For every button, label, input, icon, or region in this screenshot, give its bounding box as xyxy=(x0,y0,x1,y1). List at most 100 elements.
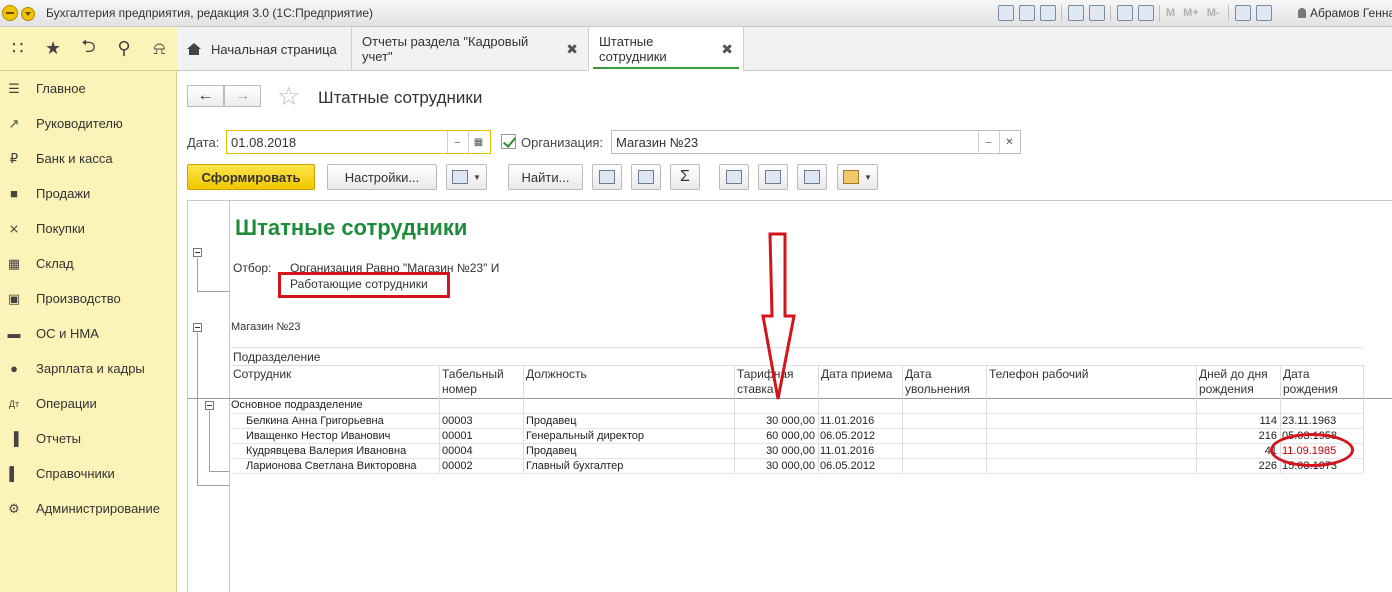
save-icon[interactable] xyxy=(998,5,1014,21)
clear-icon[interactable]: ✕ xyxy=(999,131,1019,153)
cell-days: 216 xyxy=(1258,430,1277,442)
settings-button[interactable]: Настройки... xyxy=(327,164,437,190)
main-menu-dropdown-icon[interactable] xyxy=(21,7,35,21)
expand-groups-button[interactable] xyxy=(592,164,622,190)
sidebar-item-catalogs[interactable]: ▌ Справочники xyxy=(0,456,176,491)
memory-plus-button[interactable]: M+ xyxy=(1183,7,1199,19)
organization-checkbox[interactable] xyxy=(501,134,516,149)
cell-number: 00001 xyxy=(442,430,473,442)
sidebar-item-manager[interactable]: ↗ Руководителю xyxy=(0,106,176,141)
sidebar-item-main[interactable]: ☰ Главное xyxy=(0,71,176,106)
cell-number: 00003 xyxy=(442,415,473,427)
truck-icon: ▬ xyxy=(7,326,21,341)
sidebar-item-bank[interactable]: ₽ Банк и касса xyxy=(0,141,176,176)
calendar-icon[interactable]: ▦ xyxy=(468,131,488,153)
sidebar-item-warehouse[interactable]: ▦ Склад xyxy=(0,246,176,281)
col-birth-l1: Дата xyxy=(1283,367,1310,381)
forward-button[interactable]: → xyxy=(224,85,261,107)
calendar-icon[interactable] xyxy=(1138,5,1154,21)
sidebar-item-purchases[interactable]: ⨯ Покупки xyxy=(0,211,176,246)
menu-icon: ☰ xyxy=(8,80,20,96)
close-icon[interactable]: ✖ xyxy=(566,41,578,58)
calculator-icon[interactable] xyxy=(1117,5,1133,21)
col-position: Должность xyxy=(526,367,587,381)
cell-name: Кудрявцева Валерия Ивановна xyxy=(246,445,407,457)
cell-position: Продавец xyxy=(526,445,577,457)
sum-button[interactable]: Σ xyxy=(670,164,700,190)
sidebar-item-assets[interactable]: ▬ ОС и НМА xyxy=(0,316,176,351)
collapse-groups-icon xyxy=(638,170,654,184)
annotation-birthdate-ellipse xyxy=(1270,433,1354,467)
sidebar-item-salary[interactable]: ● Зарплата и кадры xyxy=(0,351,176,386)
collapse-groups-button[interactable] xyxy=(631,164,661,190)
close-icon[interactable]: ✖ xyxy=(721,41,733,58)
organization-field[interactable]: Магазин №23 ‒ ✕ xyxy=(611,130,1021,154)
book-icon: ▌ xyxy=(9,466,19,481)
col-phone: Телефон рабочий xyxy=(989,367,1089,381)
cell-hire: 06.05.2012 xyxy=(820,460,876,472)
annotation-down-arrow xyxy=(761,232,796,400)
apps-grid-icon[interactable]: ∷ xyxy=(0,27,35,71)
col-fire-date-l1: Дата xyxy=(905,367,932,381)
link-icon[interactable] xyxy=(1089,5,1105,21)
date-field[interactable]: 01.08.2018 ‒ ▦ xyxy=(226,130,491,154)
1c-logo-icon[interactable] xyxy=(2,5,18,21)
sidebar-item-label: Главное xyxy=(36,81,86,96)
memory-m-button[interactable]: M xyxy=(1166,7,1175,19)
print-button[interactable] xyxy=(719,164,749,190)
find-button[interactable]: Найти... xyxy=(508,164,583,190)
search-icon[interactable]: ⚲ xyxy=(106,27,141,71)
col-divider xyxy=(439,365,440,473)
variant-button[interactable]: ▼ xyxy=(446,164,487,190)
sidebar-item-sales[interactable]: ■ Продажи xyxy=(0,176,176,211)
send-mail-button[interactable]: ▼ xyxy=(837,164,878,190)
sidebar: ☰ Главное ↗ Руководителю ₽ Банк и касса ■ Пр… xyxy=(0,71,177,592)
sidebar-item-label: Покупки xyxy=(36,221,85,236)
window-title: Бухгалтерия предприятия, редакция 3.0 (1… xyxy=(46,6,374,20)
panel-icon[interactable] xyxy=(1255,5,1272,21)
cell-days: 114 xyxy=(1259,415,1277,427)
sidebar-item-operations[interactable]: Дт Операции xyxy=(0,386,176,421)
bell-icon[interactable]: ⍾ xyxy=(142,27,177,71)
debit-credit-icon: Дт xyxy=(8,398,20,409)
sigma-icon: Σ xyxy=(680,168,690,185)
upload-icon[interactable] xyxy=(1068,5,1084,21)
tab-label: Начальная страница xyxy=(211,41,337,57)
date-dropdown-icon[interactable]: ‒ xyxy=(447,131,467,153)
person-icon: ● xyxy=(10,361,18,376)
organization-dropdown-icon[interactable]: ‒ xyxy=(978,131,998,153)
col-tab-number: Табельный номер xyxy=(442,367,504,397)
tab-home[interactable]: Начальная страница xyxy=(177,27,352,71)
sidebar-item-label: Администрирование xyxy=(36,501,160,516)
cell-rate: 30 000,00 xyxy=(766,460,815,472)
header-group-bracket xyxy=(197,258,198,291)
zoom-icon[interactable] xyxy=(1234,5,1251,21)
back-button[interactable]: ← xyxy=(187,85,224,107)
date-value: 01.08.2018 xyxy=(231,135,297,150)
favorite-star-icon[interactable]: ☆ xyxy=(277,83,300,109)
sidebar-item-admin[interactable]: ⚙ Администрирование xyxy=(0,491,176,526)
save-button[interactable] xyxy=(797,164,827,190)
sidebar-item-production[interactable]: ▣ Производство xyxy=(0,281,176,316)
collapse-table-icon[interactable] xyxy=(193,323,202,332)
preview-icon[interactable] xyxy=(1040,5,1056,21)
generate-button[interactable]: Сформировать xyxy=(187,164,315,190)
report-area: Штатные сотрудники Отбор: Организация Ра… xyxy=(187,200,1392,592)
sidebar-item-reports[interactable]: ▐ Отчеты xyxy=(0,421,176,456)
star-icon[interactable]: ★ xyxy=(35,27,70,71)
print-icon[interactable] xyxy=(1019,5,1035,21)
tab-hr-reports[interactable]: Отчеты раздела "Кадровый учет" ✖ xyxy=(352,27,589,71)
sidebar-item-label: Операции xyxy=(36,396,97,411)
user-name[interactable]: Абрамов Генна xyxy=(1298,6,1392,20)
table-group-bracket xyxy=(197,485,229,486)
cell-name: Ларионова Светлана Викторовна xyxy=(246,460,417,472)
memory-minus-button[interactable]: M- xyxy=(1207,7,1220,19)
history-icon[interactable]: ⮌ xyxy=(71,27,106,71)
collapse-group-icon[interactable] xyxy=(205,401,214,410)
tab-staff[interactable]: Штатные сотрудники ✖ xyxy=(589,27,744,71)
trend-icon: ↗ xyxy=(8,115,20,131)
preview-button[interactable] xyxy=(758,164,788,190)
title-bar: Бухгалтерия предприятия, редакция 3.0 (1… xyxy=(0,0,1392,27)
col-birth-l2: рождения xyxy=(1283,382,1338,396)
collapse-header-icon[interactable] xyxy=(193,248,202,257)
